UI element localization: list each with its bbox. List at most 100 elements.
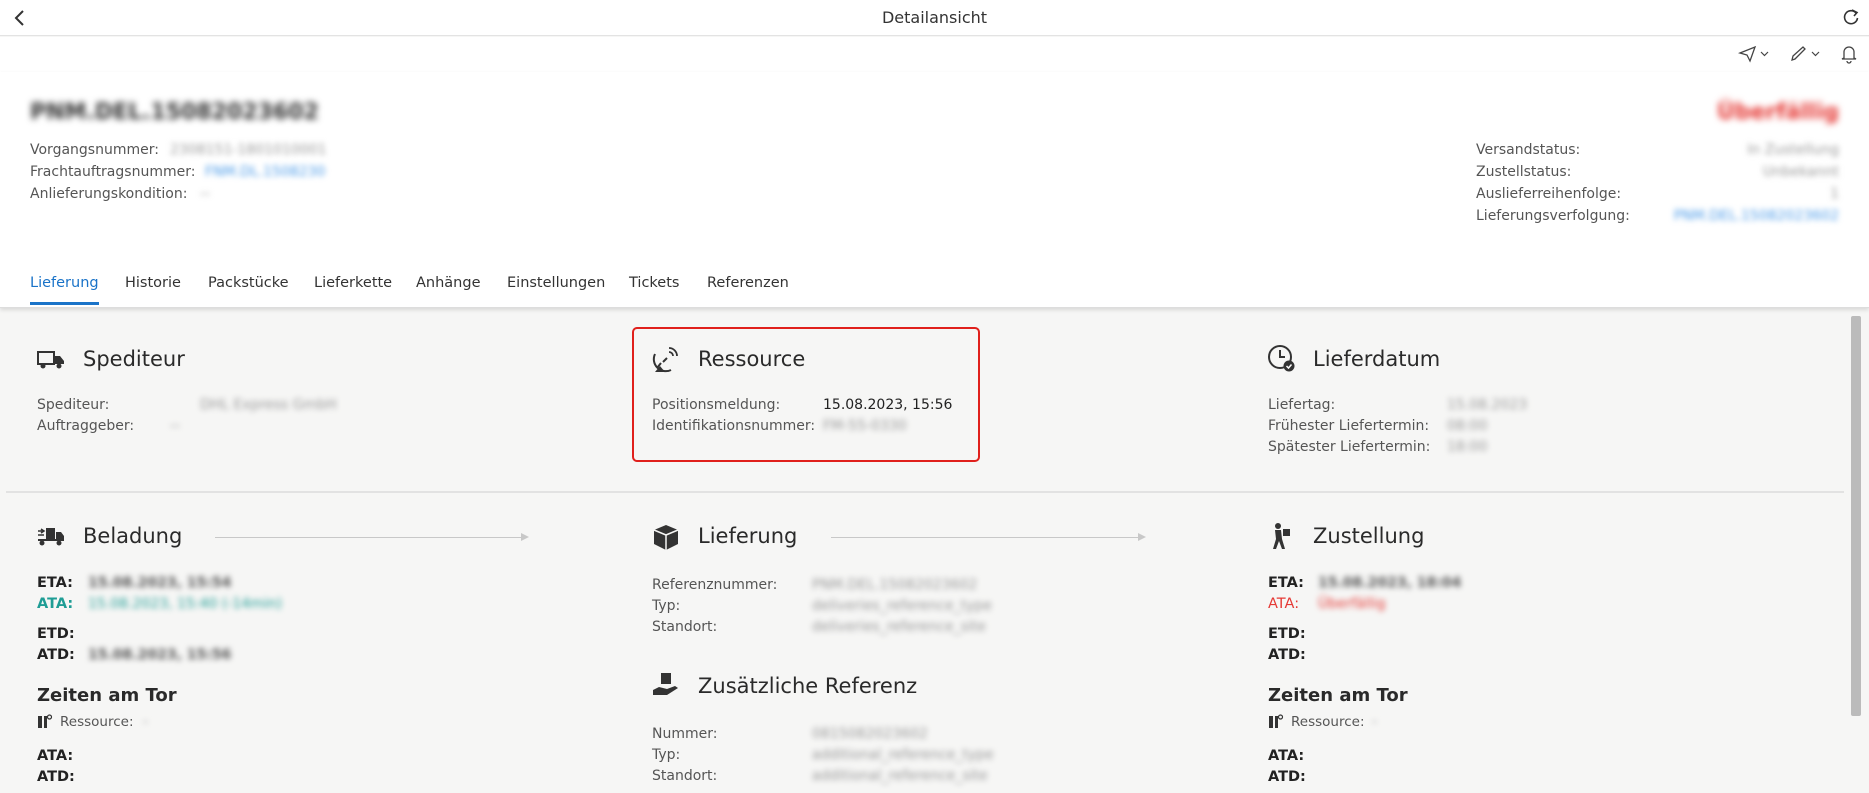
field-label: Positionsmeldung:: [652, 397, 781, 413]
field-label: Auftraggeber:: [37, 418, 135, 434]
field-label: Liefertag:: [1268, 397, 1336, 413]
section-title: Lieferung: [698, 524, 798, 548]
field-label: Standort:: [652, 619, 718, 635]
status-badge: Überfällig: [1716, 100, 1839, 125]
gate-icon: [38, 714, 53, 728]
gate-atd-label: ATD:: [37, 769, 75, 785]
field-label: Referenznummer:: [652, 577, 778, 593]
field-value: --: [170, 418, 181, 434]
window-title: Detailansicht: [881, 8, 988, 27]
field-label: Spediteur:: [37, 397, 110, 413]
tab-lieferung[interactable]: Lieferung: [30, 275, 99, 305]
tab-referenzen[interactable]: Referenzen: [707, 275, 789, 291]
field-label: Auslieferreihenfolge:: [1476, 186, 1622, 202]
eta-label: ETA:: [1268, 575, 1304, 591]
eta-value: 15.08.2023, 18:04: [1318, 575, 1462, 591]
field-value: additional_reference_type: [812, 747, 994, 763]
field-value: PNM.DEL.15082023602: [812, 577, 978, 593]
tab-einstellungen[interactable]: Einstellungen: [507, 275, 605, 291]
field-value: 1: [1830, 186, 1839, 202]
field-label: Frühester Liefertermin:: [1268, 418, 1430, 434]
freight-order-link[interactable]: FNM.DL.1508230: [205, 164, 325, 180]
tracking-link[interactable]: PNM.DEL.15082023602: [1674, 208, 1839, 224]
eta-value: 15.08.2023, 15:54: [88, 575, 232, 591]
field-value: 0815082023602: [812, 726, 928, 742]
field-value: DHL Express GmbH: [200, 397, 337, 413]
field-value: 08:00: [1447, 418, 1488, 434]
bell-icon[interactable]: [1840, 44, 1858, 64]
field-label: Identifikationsnummer:: [652, 418, 816, 434]
hand-package-icon: [653, 673, 678, 695]
field-label: Standort:: [652, 768, 718, 784]
refresh-icon[interactable]: [1842, 8, 1860, 26]
gate-times-title: Zeiten am Tor: [37, 685, 177, 706]
flow-arrow: [215, 533, 529, 541]
ata-value: 15.08.2023, 15:40 (-14min): [88, 596, 283, 612]
delivery-title: PNM.DEL.15082023602: [30, 100, 319, 125]
field-label: Frachtauftragsnummer:: [30, 164, 196, 180]
package-icon: [653, 525, 679, 550]
field-label: Vorgangsnummer:: [30, 142, 159, 158]
flow-arrow: [831, 533, 1146, 541]
tab-tickets[interactable]: Tickets: [629, 275, 679, 291]
header-card: PNM.DEL.15082023602 Überfällig Vorgangsn…: [0, 72, 1869, 308]
atd-label: ATD:: [37, 647, 75, 663]
etd-label: ETD:: [37, 626, 75, 642]
gate-atd-label: ATD:: [1268, 769, 1306, 785]
highlight-box: [632, 327, 980, 462]
field-value: additional_reference_site: [812, 768, 988, 784]
section-title: Zusätzliche Referenz: [698, 674, 918, 698]
position-report-value: 15.08.2023, 15:56: [823, 397, 953, 413]
clock-check-icon: [1268, 345, 1295, 372]
ata-label: ATA:: [1268, 596, 1300, 612]
field-value: --: [200, 186, 211, 202]
field-label: Anlieferungskondition:: [30, 186, 188, 202]
tab-anhaenge[interactable]: Anhänge: [416, 275, 481, 291]
tab-packstuecke[interactable]: Packstücke: [208, 275, 289, 291]
tab-historie[interactable]: Historie: [125, 275, 181, 291]
top-bar: Detailansicht: [0, 0, 1869, 36]
divider: [6, 491, 1844, 493]
section-title: Ressource: [698, 347, 806, 371]
field-label: Spätester Liefertermin:: [1268, 439, 1431, 455]
scrollbar[interactable]: [1851, 316, 1861, 716]
field-value: Unbekannt: [1762, 164, 1839, 180]
field-value: -: [143, 714, 149, 730]
edit-menu-icon[interactable]: [1789, 45, 1823, 63]
gate-ata-label: ATA:: [37, 748, 74, 764]
field-value: deliveries_reference_type: [812, 598, 992, 614]
gate-times-title: Zeiten am Tor: [1268, 685, 1408, 706]
field-label: Typ:: [652, 747, 681, 763]
section-title: Zustellung: [1313, 524, 1425, 548]
field-label: Nummer:: [652, 726, 718, 742]
truck-icon: [37, 351, 64, 369]
send-menu-icon[interactable]: [1738, 45, 1772, 63]
field-value: In Zustellung: [1747, 142, 1839, 158]
ata-label: ATA:: [37, 596, 74, 612]
gate-ata-label: ATA:: [1268, 748, 1305, 764]
toolbar: [0, 37, 1869, 72]
gate-icon: [1269, 714, 1284, 728]
atd-label: ATD:: [1268, 647, 1306, 663]
tab-lieferkette[interactable]: Lieferkette: [314, 275, 392, 291]
section-title: Beladung: [83, 524, 183, 548]
field-label: Versandstatus:: [1476, 142, 1581, 158]
field-label: Ressource:: [1291, 714, 1365, 730]
section-title: Spediteur: [83, 347, 185, 371]
ata-value: Überfällig: [1318, 596, 1386, 612]
field-value: FM-55-0330: [823, 418, 907, 434]
loading-truck-icon: [38, 528, 64, 546]
satellite-dish-icon: [652, 347, 678, 373]
atd-value: 15.08.2023, 15:56: [88, 647, 232, 663]
field-value: 18:00: [1447, 439, 1488, 455]
field-value: 15.08.2023: [1447, 397, 1528, 413]
field-value: -: [1372, 714, 1378, 730]
field-value: deliveries_reference_site: [812, 619, 986, 635]
field-label: Typ:: [652, 598, 681, 614]
etd-label: ETD:: [1268, 626, 1306, 642]
field-label: Ressource:: [60, 714, 134, 730]
field-label: Lieferungsverfolgung:: [1476, 208, 1630, 224]
section-title: Lieferdatum: [1313, 347, 1441, 371]
field-label: Zustellstatus:: [1476, 164, 1572, 180]
field-value: 2308151-1801010001: [170, 142, 327, 158]
